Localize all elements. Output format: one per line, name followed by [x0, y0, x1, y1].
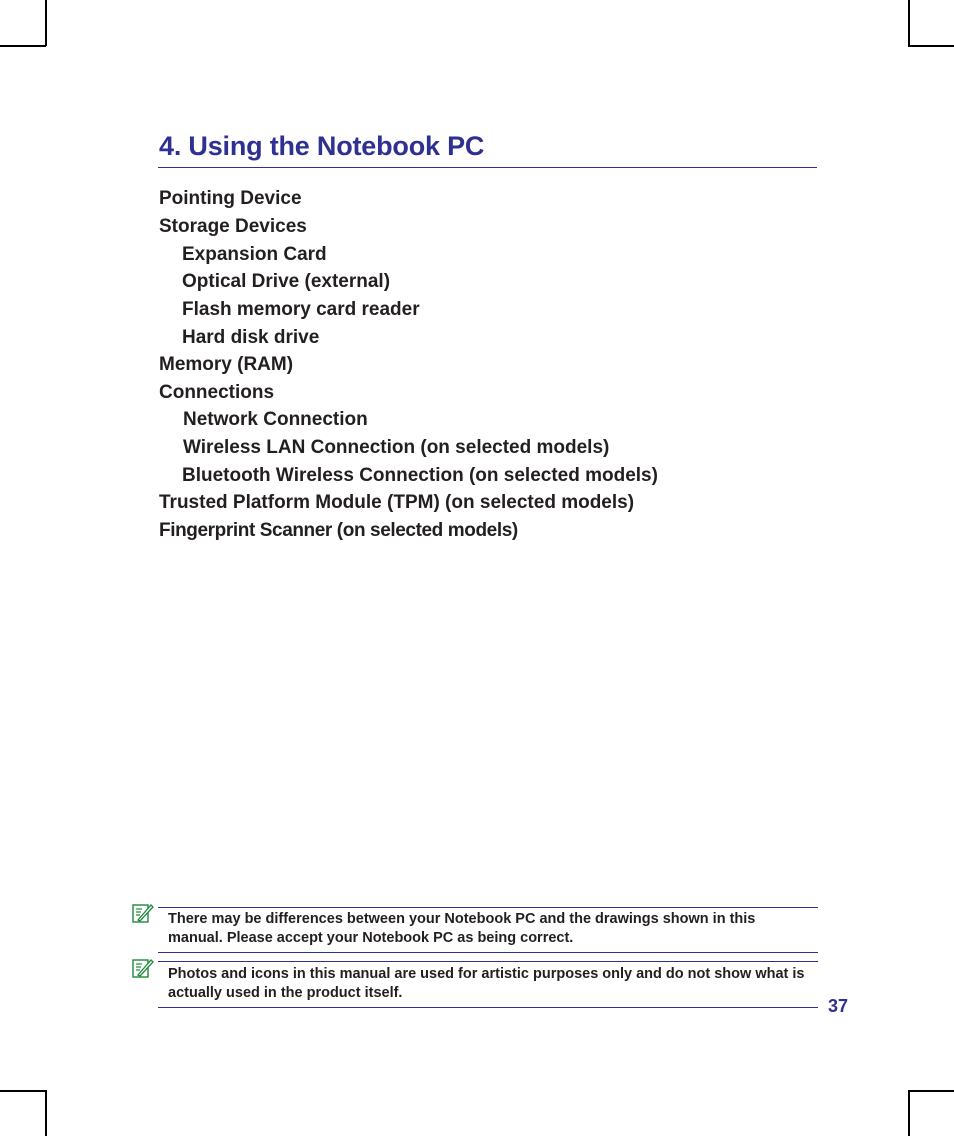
toc-item-optical-drive[interactable]: Optical Drive (external): [159, 271, 390, 293]
note-bottom-rule: [158, 1007, 818, 1008]
crop-mark-bottom-right-h: [908, 1090, 954, 1092]
crop-mark-top-left-h: [0, 45, 46, 47]
toc-item-connections[interactable]: Connections: [159, 382, 274, 404]
toc-item-memory[interactable]: Memory (RAM): [159, 354, 293, 376]
toc-item-bluetooth[interactable]: Bluetooth Wireless Connection (on select…: [159, 465, 658, 487]
toc-item-fingerprint-scanner[interactable]: Fingerprint Scanner (on selected models): [159, 520, 518, 542]
note-bottom-rule: [158, 952, 818, 953]
title-underline: [158, 167, 817, 168]
note-pencil-icon: [132, 959, 154, 978]
toc-item-storage-devices[interactable]: Storage Devices: [159, 216, 307, 238]
crop-mark-bottom-left-v: [45, 1090, 47, 1136]
note-top-rule: [158, 961, 818, 962]
crop-mark-top-right-v: [908, 0, 910, 46]
toc-item-expansion-card[interactable]: Expansion Card: [159, 244, 327, 266]
page-title: 4. Using the Notebook PC: [159, 131, 485, 161]
note-text: Photos and icons in this manual are used…: [168, 966, 805, 1001]
toc-item-wireless-lan[interactable]: Wireless LAN Connection (on selected mod…: [159, 437, 609, 459]
toc-item-flash-memory-card-reader[interactable]: Flash memory card reader: [159, 299, 420, 321]
note-text: There may be differences between your No…: [168, 911, 756, 946]
crop-mark-top-left-v: [45, 0, 47, 46]
crop-mark-top-right-h: [908, 45, 954, 47]
toc-item-hard-disk-drive[interactable]: Hard disk drive: [159, 327, 319, 349]
page-number: 37: [828, 996, 849, 1016]
toc-item-tpm[interactable]: Trusted Platform Module (TPM) (on select…: [159, 492, 634, 514]
toc-item-network-connection[interactable]: Network Connection: [159, 409, 368, 431]
crop-mark-bottom-left-h: [0, 1090, 46, 1092]
note-top-rule: [158, 907, 818, 908]
crop-mark-bottom-right-v: [908, 1090, 910, 1136]
toc-item-pointing-device[interactable]: Pointing Device: [159, 188, 302, 210]
note-pencil-icon: [132, 904, 154, 923]
